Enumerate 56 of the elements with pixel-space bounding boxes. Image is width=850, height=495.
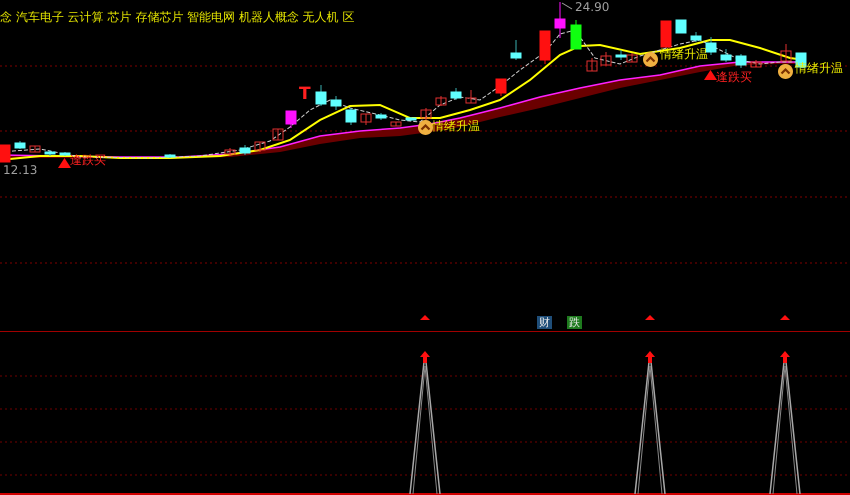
candle [14,140,26,150]
candle [660,20,672,48]
leader-line [562,2,572,10]
candle [690,32,702,42]
candle [406,116,416,122]
candle [240,144,250,156]
candle [0,144,10,162]
buy-signal-label: 逢跌买 [716,69,752,86]
candle [554,2,566,38]
candle [626,52,638,62]
candle [30,146,40,152]
candle [676,20,686,34]
candle [164,154,176,158]
candle [780,44,792,62]
mood-signal-label: 情绪升温 [660,46,708,63]
price-low-label: 12.13 [3,163,38,177]
candle [496,78,506,96]
candle [330,96,342,110]
candle [540,30,550,64]
chevron-up-icon [418,120,433,135]
candle [286,110,296,128]
candle [736,54,746,68]
candle [510,40,522,60]
concept-list: 念 汽车电子 云计算 芯片 存储芯片 智能电网 机器人概念 无人机 区 [0,9,355,26]
candle [586,58,598,72]
candle [466,90,476,104]
chevron-up-icon [778,64,793,79]
triangle-icon [645,315,655,320]
tag-badge: 跌 [567,316,582,329]
candle [346,108,356,126]
candle [706,36,716,56]
triangle-icon [58,158,71,168]
candle [436,96,446,106]
candle [600,52,612,66]
candle [254,142,266,152]
candle [376,112,386,120]
candle [616,50,626,60]
price-high-label: 24.90 [575,0,610,14]
candle [44,150,56,156]
candle [570,20,582,50]
t-marker: T [299,84,311,104]
candle [316,84,326,106]
tag-badge: 财 [537,316,552,329]
candle [224,148,236,156]
candle [272,128,284,140]
triangle-icon [780,315,790,320]
chevron-up-icon [643,52,658,67]
candle [390,122,402,126]
candle [720,48,732,62]
triangle-icon [704,70,717,80]
candle [360,114,372,126]
candle [750,60,762,68]
candle [420,108,432,120]
candle [450,88,462,100]
candle [60,152,70,156]
triangle-icon [420,315,430,320]
